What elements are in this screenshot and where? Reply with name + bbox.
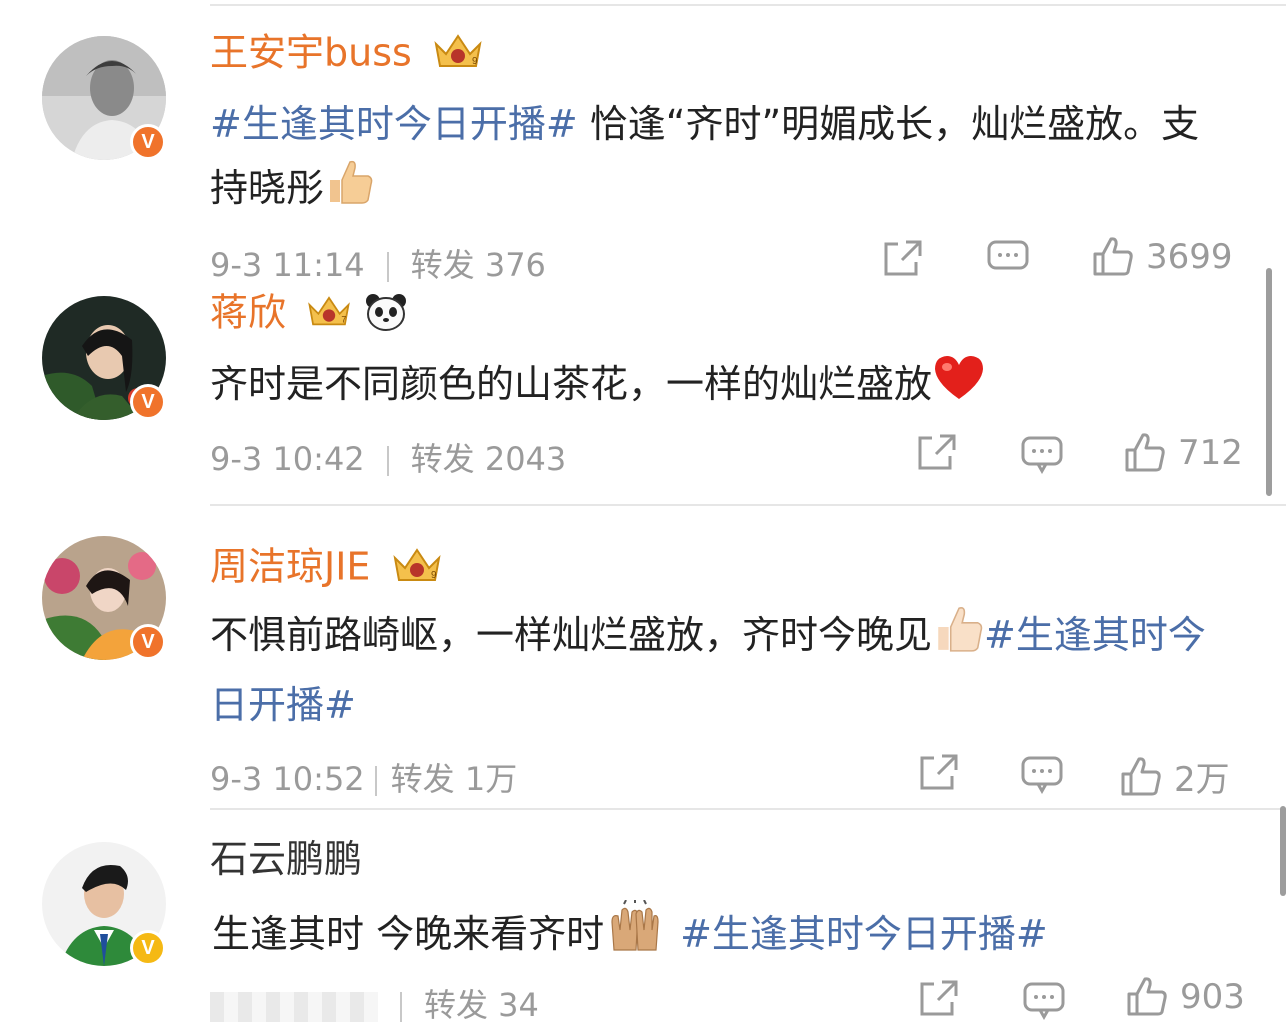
like-button[interactable]: 2万	[1120, 752, 1230, 801]
comment-meta: 9-3 11:14 转发 376	[210, 240, 546, 286]
blurred-date	[210, 992, 378, 1022]
share-button[interactable]	[916, 752, 960, 792]
hashtag-link[interactable]: #生逢其时今日开播#	[210, 102, 578, 146]
comment-text: #生逢其时今日开播# 恰逢“齐时”明媚成长，灿烂盛放。支持晓彤	[210, 92, 1234, 225]
thumbs-up-outline-icon	[1121, 756, 1161, 795]
meta-separator	[386, 252, 389, 282]
comment-text: 齐时是不同颜色的山茶花，一样的灿烂盛放	[210, 352, 1234, 420]
scrollbar-thumb-lower[interactable]	[1280, 806, 1286, 896]
comment-date: 9-3 10:52	[210, 760, 365, 798]
share-icon	[918, 434, 956, 470]
username[interactable]: 王安宇buss 9	[210, 32, 484, 78]
comment-meta: 转发 34	[210, 980, 539, 1026]
scrollbar-thumb[interactable]	[1266, 268, 1272, 496]
svg-text:9: 9	[431, 570, 437, 581]
svg-text:9: 9	[472, 56, 478, 67]
verified-badge-icon: V	[130, 384, 166, 420]
thumbs-up-outline-icon	[1125, 433, 1165, 472]
red-heart-icon	[932, 353, 986, 420]
username[interactable]: 周洁琼JIE 9	[210, 546, 443, 592]
comment-text: 不惧前路崎岖，一样灿烂盛放，齐时今晚见 #生逢其时今日开播#	[210, 602, 1234, 737]
thumbs-up-icon	[932, 602, 984, 673]
username[interactable]: 石云鹏鹏	[210, 840, 362, 878]
thumbs-up-icon	[324, 156, 374, 225]
like-button[interactable]: 3699	[1092, 236, 1233, 278]
thumbs-up-outline-icon	[1093, 237, 1133, 276]
comment-text: 生逢其时 今晚来看齐时 #生逢其时今日开播#	[212, 899, 1234, 973]
share-button[interactable]	[880, 238, 924, 278]
comment-date: 9-3 10:42	[210, 440, 365, 478]
panda-icon	[364, 292, 408, 338]
meta-separator	[386, 446, 389, 476]
divider-2	[210, 808, 1286, 810]
repost-count[interactable]: 转发 2043	[411, 440, 567, 478]
comment-meta: 9-3 10:42 转发 2043	[210, 434, 566, 480]
like-count: 3699	[1146, 237, 1233, 277]
verified-badge-icon: V	[130, 124, 166, 160]
hashtag-link[interactable]: #生逢其时今日开播#	[680, 912, 1048, 956]
repost-count[interactable]: 转发 376	[411, 246, 546, 284]
comment-bubble-icon	[1021, 756, 1063, 794]
comment-bubble-icon	[1021, 436, 1063, 474]
crown-badge-icon: 7	[306, 292, 352, 338]
thumbs-up-outline-icon	[1127, 977, 1167, 1016]
like-count: 903	[1180, 977, 1245, 1017]
verified-badge-icon: V	[130, 930, 166, 966]
crown-badge-icon: 9	[432, 32, 484, 78]
comment-button[interactable]	[1020, 754, 1064, 794]
repost-count[interactable]: 转发 34	[424, 986, 539, 1024]
like-button[interactable]: 712	[1124, 432, 1243, 474]
comment-bubble-icon	[987, 240, 1029, 270]
verified-badge-icon: V	[130, 624, 166, 660]
share-icon	[884, 240, 922, 276]
comment-button[interactable]	[1020, 434, 1064, 474]
comment-button[interactable]	[986, 238, 1030, 278]
share-button[interactable]	[916, 978, 960, 1018]
svg-text:7: 7	[341, 315, 346, 325]
share-icon	[920, 754, 958, 790]
meta-separator	[400, 992, 402, 1022]
raised-hands-icon	[604, 899, 666, 973]
username[interactable]: 蒋欣 7	[210, 292, 408, 338]
like-count: 2万	[1174, 760, 1230, 800]
comment-button[interactable]	[1022, 980, 1066, 1020]
comment-bubble-icon	[1023, 982, 1065, 1020]
divider-1	[210, 504, 1286, 506]
comment-date: 9-3 11:14	[210, 246, 365, 284]
comment-meta: 9-3 10:52 转发 1万	[210, 754, 517, 800]
like-button[interactable]: 903	[1126, 976, 1245, 1018]
repost-count[interactable]: 转发 1万	[391, 760, 518, 798]
share-icon	[920, 980, 958, 1016]
crown-badge-icon: 9	[391, 546, 443, 592]
meta-separator	[374, 766, 377, 796]
top-divider	[210, 4, 1286, 6]
like-count: 712	[1178, 433, 1243, 473]
share-button[interactable]	[914, 432, 958, 472]
